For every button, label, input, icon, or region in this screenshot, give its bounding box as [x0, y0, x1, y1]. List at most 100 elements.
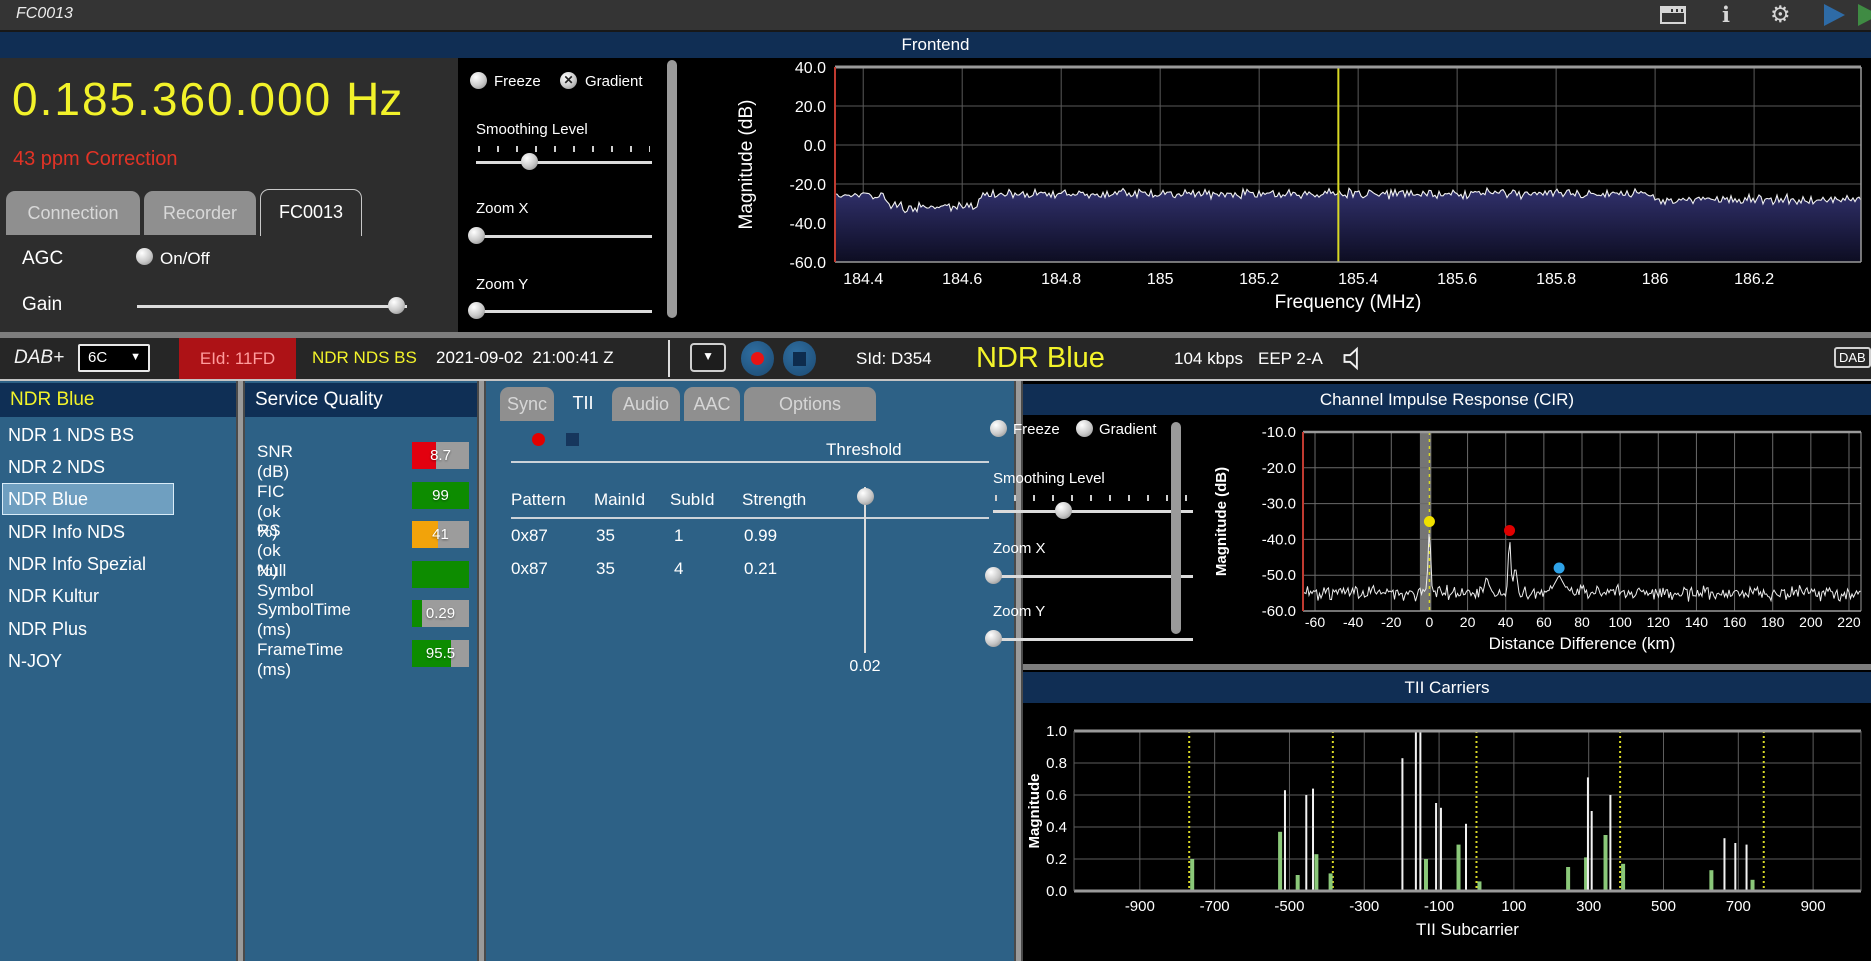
tii-sub-bar: [1328, 873, 1333, 891]
cir-gradient-radio[interactable]: ✕: [1076, 420, 1093, 437]
service-item[interactable]: NDR 2 NDS: [8, 452, 223, 482]
slider-track[interactable]: [476, 235, 652, 238]
cir-peak-marker: [1504, 524, 1516, 536]
slider-knob[interactable]: [985, 630, 1002, 647]
record-button[interactable]: [741, 341, 774, 376]
sub-tii-legend-icon: [566, 433, 579, 446]
frontend-controls-scrollbar[interactable]: [667, 60, 677, 318]
service-item[interactable]: NDR Kultur: [8, 581, 223, 611]
gain-slider[interactable]: [137, 296, 407, 316]
cell-pattern: 0x87: [511, 526, 548, 545]
tii-main-bar: [1734, 843, 1737, 891]
axis-tick-label: -20: [1381, 614, 1401, 630]
window-icon[interactable]: [1660, 6, 1686, 24]
cell-subid: 1: [674, 526, 684, 545]
cir-freeze-radio[interactable]: ✕: [990, 420, 1007, 437]
tab-tii[interactable]: TII: [558, 385, 608, 423]
tab-audio[interactable]: Audio: [612, 387, 680, 421]
quality-label: SNR (dB): [257, 442, 293, 481]
radio-check-icon: ✕: [563, 73, 574, 87]
y-axis-label: Magnitude (dB): [1213, 467, 1230, 576]
slider-knob[interactable]: [468, 227, 485, 244]
stop-button[interactable]: [783, 341, 816, 376]
tab-aac[interactable]: AAC: [684, 387, 740, 421]
recording-options-dropdown[interactable]: ▼: [690, 343, 726, 372]
service-item[interactable]: NDR Info NDS: [8, 517, 223, 547]
smoothing-slider[interactable]: [476, 152, 652, 172]
y-axis-label: Magnitude: [1026, 774, 1043, 849]
tab-label: Audio: [622, 394, 670, 414]
horizontal-splitter[interactable]: [1023, 664, 1871, 670]
play-secondary-icon[interactable]: [1858, 4, 1871, 26]
axis-tick-label: 0.8: [1046, 755, 1067, 772]
col-header-pattern: Pattern: [511, 490, 566, 509]
slider-track[interactable]: [993, 575, 1193, 578]
cir-plot[interactable]: -10.0 -20.0 -30.0 -40.0 -50.0 -60.0 -60 -40 -20 0…: [1190, 415, 1871, 664]
frontend-spectrum-plot[interactable]: 40.0 20.0 0.0 -20.0 -40.0 -60.0 184.4 184.6 184.…: [700, 56, 1871, 332]
axis-tick-label: 1.0: [1046, 723, 1067, 740]
spectrum-fill: [835, 188, 1861, 262]
slider-track[interactable]: [476, 161, 652, 164]
threshold-slider[interactable]: [857, 487, 874, 653]
tab-recorder[interactable]: Recorder: [144, 191, 256, 235]
axis-tick-label: -40: [1343, 614, 1363, 630]
tii-sub-bar: [1190, 859, 1195, 891]
vertical-splitter[interactable]: [236, 381, 245, 961]
tab-sync[interactable]: Sync: [500, 387, 554, 421]
tab-options[interactable]: Options: [744, 387, 876, 421]
slider-knob[interactable]: [520, 153, 538, 170]
slider-track[interactable]: [476, 310, 652, 313]
tii-sub-bar: [1278, 831, 1283, 891]
tab-connection[interactable]: Connection: [6, 191, 140, 235]
cir-zoom-y-slider[interactable]: [985, 629, 1193, 649]
axis-tick-label: 20: [1460, 614, 1476, 630]
play-icon[interactable]: [1824, 4, 1845, 26]
slider-knob[interactable]: [985, 567, 1002, 584]
slider-knob[interactable]: [468, 302, 485, 319]
cell-mainid: 35: [596, 526, 615, 545]
service-item[interactable]: NDR Plus: [8, 614, 223, 644]
service-item[interactable]: NDR Info Spezial: [8, 549, 223, 579]
axis-tick-label: 300: [1576, 898, 1601, 915]
zoom-x-slider[interactable]: [468, 226, 652, 246]
tii-main-bar: [1590, 811, 1593, 891]
slider-knob[interactable]: [1055, 502, 1072, 519]
service-item[interactable]: N-JOY: [8, 646, 223, 676]
info-icon[interactable]: i: [1722, 2, 1730, 27]
axis-tick-label: 186.2: [1734, 271, 1774, 288]
agc-radio[interactable]: [136, 248, 153, 265]
slider-track[interactable]: [993, 510, 1193, 513]
dab-badge: DAB: [1834, 347, 1871, 368]
slider-track[interactable]: [864, 487, 866, 653]
cir-smoothing-label: Smoothing Level: [993, 470, 1105, 487]
service-item[interactable]: NDR Blue: [2, 483, 174, 515]
cir-controls-scrollbar[interactable]: [1171, 422, 1181, 634]
slider-knob[interactable]: [388, 297, 406, 314]
zoom-y-slider[interactable]: [468, 301, 652, 321]
cir-zoom-y-label: Zoom Y: [993, 603, 1046, 620]
cir-zoom-x-slider[interactable]: [985, 566, 1193, 586]
slider-track[interactable]: [993, 638, 1193, 641]
speaker-icon[interactable]: [1340, 345, 1367, 372]
ensemble-id-badge: EId: 11FD: [179, 338, 296, 379]
service-item[interactable]: NDR 1 NDS BS: [8, 420, 223, 450]
axis-tick-label: 160: [1723, 614, 1747, 630]
vertical-splitter[interactable]: [1014, 381, 1023, 961]
cir-smoothing-slider[interactable]: [993, 501, 1193, 521]
vertical-splitter[interactable]: [477, 381, 486, 961]
mode-label: DAB+: [14, 347, 65, 368]
slider-track[interactable]: [137, 305, 407, 308]
gear-icon[interactable]: ⚙: [1770, 1, 1791, 28]
axis-tick-label: -50.0: [1262, 567, 1296, 584]
freeze-radio[interactable]: ✕: [470, 72, 487, 89]
tab-label: Connection: [27, 203, 119, 223]
tii-carriers-plot[interactable]: 1.0 0.8 0.6 0.4 0.2 0.0 -900 -700 -500 -300 -100 10…: [1023, 703, 1871, 961]
channel-select[interactable]: 6C ▼: [78, 344, 150, 372]
protection-label: EEP 2-A: [1258, 349, 1323, 368]
tab-fc0013[interactable]: FC0013: [260, 189, 362, 236]
smoothing-label: Smoothing Level: [476, 121, 588, 138]
gradient-radio[interactable]: ✕: [560, 72, 577, 89]
cir-peak-marker: [1553, 562, 1565, 574]
slider-knob[interactable]: [857, 488, 874, 505]
col-header-mainid: MainId: [594, 490, 646, 509]
